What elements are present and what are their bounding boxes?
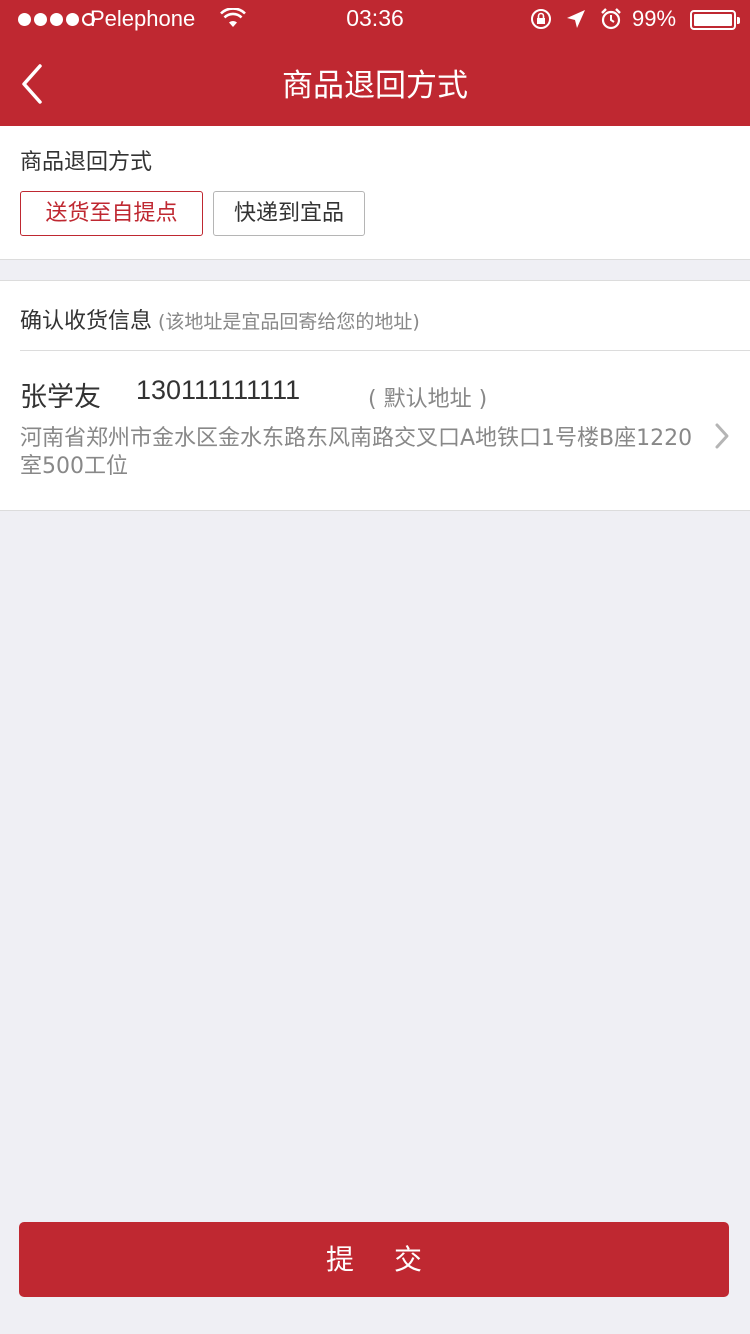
battery-level xyxy=(694,14,732,26)
receiver-header-hint: (该地址是宜品回寄给您的地址) xyxy=(158,311,420,333)
rotation-lock-icon xyxy=(530,8,552,34)
receiver-phone: 130111111111 xyxy=(136,375,301,405)
battery-percent: 99% xyxy=(632,6,677,31)
receiver-info-section: 确认收货信息 (该地址是宜品回寄给您的地址) 张学友 130111111111 (… xyxy=(0,280,750,511)
address-row[interactable]: 张学友 130111111111 ( 默认地址 ) 河南省郑州市金水区金水东路东… xyxy=(0,351,750,511)
option-express-button[interactable]: 快递到宜品 xyxy=(213,191,365,236)
return-method-label: 商品退回方式 xyxy=(20,150,153,175)
alarm-icon xyxy=(600,8,622,34)
option-pickup-point-button[interactable]: 送货至自提点 xyxy=(20,191,203,236)
return-method-section: 商品退回方式 送货至自提点 快递到宜品 xyxy=(0,126,750,260)
battery-icon xyxy=(690,10,740,30)
receiver-header-title: 确认收货信息 xyxy=(20,309,153,334)
chevron-right-icon xyxy=(715,423,729,449)
receiver-name: 张学友 xyxy=(20,382,101,413)
page-title: 商品退回方式 xyxy=(282,68,468,104)
submit-button[interactable]: 提交 xyxy=(19,1222,729,1297)
top-bar: Pelephone 03:36 99% 商品退回方式 xyxy=(0,0,750,126)
receiver-header: 确认收货信息 (该地址是宜品回寄给您的地址) xyxy=(20,303,420,335)
location-icon xyxy=(566,9,586,33)
receiver-address: 河南省郑州市金水区金水东路东风南路交叉口A地铁口1号楼B座1220室500工位 xyxy=(20,426,693,479)
default-address-tag: ( 默认地址 ) xyxy=(368,387,488,412)
status-bar: Pelephone 03:36 99% xyxy=(0,0,750,40)
